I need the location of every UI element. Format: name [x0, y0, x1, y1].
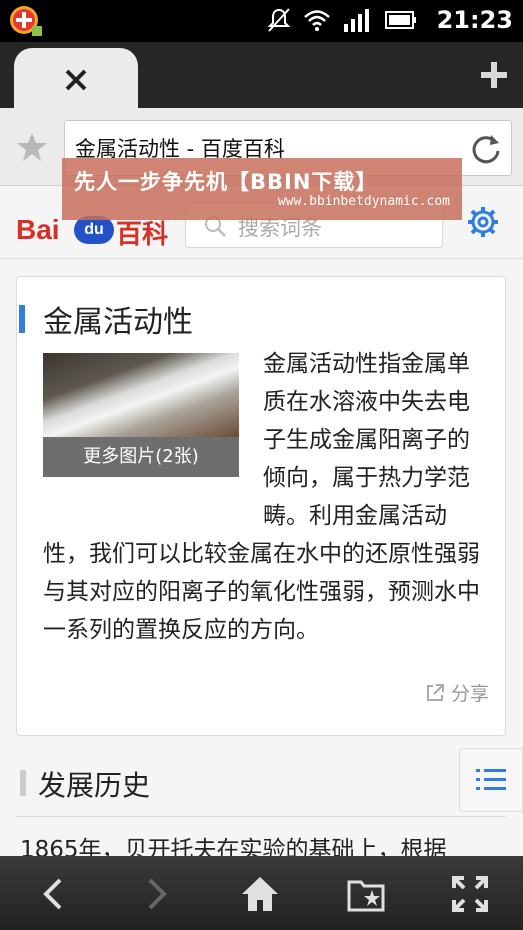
section-title: 发展历史	[38, 769, 151, 802]
section-divider	[16, 816, 506, 817]
back-icon[interactable]	[34, 874, 74, 914]
app-badge-icon	[10, 6, 42, 36]
bookmarks-icon[interactable]	[346, 874, 386, 914]
image-gallery[interactable]: 更多图片(2张)	[43, 353, 239, 477]
reload-icon[interactable]	[469, 131, 503, 165]
section-body-text: 1865年，贝开托夫在实验的基础上，根据	[20, 837, 447, 856]
header-divider	[0, 258, 523, 259]
share-button[interactable]: 分享	[425, 679, 489, 706]
section-accent-bar	[20, 770, 26, 796]
signal-icon	[344, 9, 369, 32]
banner-title[interactable]: 先人一步争先机【BBIN下载】	[74, 166, 377, 196]
forward-icon[interactable]	[136, 874, 176, 914]
fullscreen-icon[interactable]	[450, 874, 490, 914]
list-icon	[476, 769, 506, 790]
web-page: Bai du 百科 搜索词条 金属活动性 金属活动性指金属单质在水溶液中失去电子…	[0, 186, 523, 856]
table-of-contents-button[interactable]	[459, 748, 523, 812]
browser-tab[interactable]	[14, 48, 138, 108]
more-images-link[interactable]: 更多图片(2张)	[43, 437, 239, 477]
logo-bai: Bai	[16, 214, 60, 245]
logo-du: du	[74, 216, 114, 244]
share-icon	[426, 683, 444, 701]
home-icon[interactable]	[240, 874, 280, 914]
page-title: 金属活动性	[43, 305, 193, 340]
mute-icon	[267, 8, 291, 32]
battery-icon	[385, 11, 416, 29]
tab-strip	[0, 42, 523, 108]
gear-icon[interactable]	[467, 206, 499, 238]
clock: 21:23	[436, 6, 513, 34]
article-image[interactable]	[43, 353, 239, 437]
banner-url[interactable]: www.bbinbetdynamic.com	[278, 194, 450, 209]
summary-card: 金属活动性 金属活动性指金属单质在水溶液中失去电子生成金属阳离子的倾向，属于热力…	[16, 276, 506, 736]
plus-icon[interactable]	[479, 60, 509, 90]
star-icon[interactable]	[16, 131, 48, 163]
title-accent-bar	[19, 305, 25, 333]
wifi-icon	[304, 10, 330, 31]
close-icon[interactable]	[62, 66, 90, 94]
status-bar: 21:23	[0, 0, 523, 42]
bottom-toolbar	[0, 856, 523, 930]
share-label: 分享	[450, 683, 489, 705]
ad-banner[interactable]: 先人一步争先机【BBIN下载】 www.bbinbetdynamic.com	[62, 158, 462, 220]
